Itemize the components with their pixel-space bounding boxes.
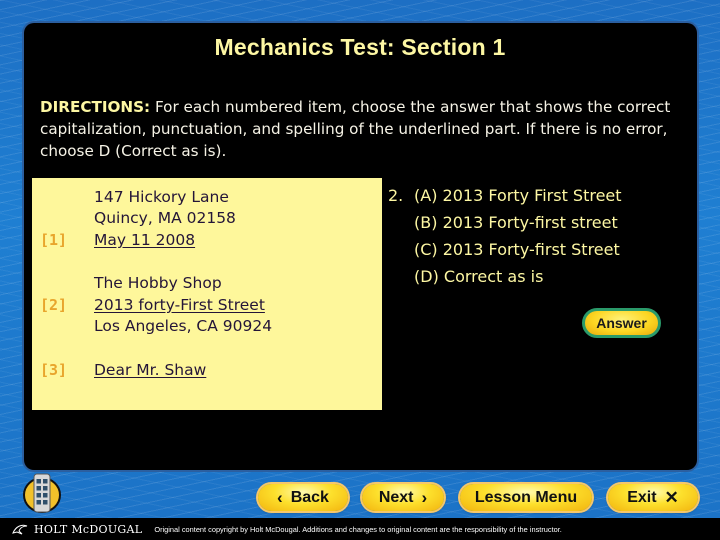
page-title: Mechanics Test: Section 1 bbox=[214, 34, 506, 60]
item-number: [2] bbox=[40, 296, 68, 314]
option-text: 2013 Forty First Street bbox=[442, 186, 622, 205]
letter-line: 147 Hickory Lane bbox=[94, 188, 229, 206]
publisher-logo: HOLT McDOUGAL bbox=[12, 523, 142, 536]
option-text: 2013 Forty-first Street bbox=[442, 240, 620, 259]
option-letter: (D) bbox=[414, 267, 439, 286]
close-icon: ✕ bbox=[664, 488, 679, 507]
option-text: 2013 Forty-first street bbox=[442, 213, 618, 232]
option-d[interactable]: (D) Correct as is bbox=[388, 263, 622, 290]
remote-control-button[interactable] bbox=[22, 472, 62, 514]
underlined-part: 2013 forty-First Street bbox=[94, 296, 265, 314]
option-text: Correct as is bbox=[443, 267, 544, 286]
option-c[interactable]: (C) 2013 Forty-first Street bbox=[388, 236, 622, 263]
dolphin-logo-icon bbox=[12, 524, 28, 535]
option-letter: (B) bbox=[414, 213, 438, 232]
item-number: [1] bbox=[40, 231, 68, 249]
back-label: Back bbox=[290, 488, 329, 506]
underlined-part: May 11 2008 bbox=[94, 231, 196, 249]
exit-label: Exit bbox=[627, 488, 657, 506]
option-a[interactable]: 2. (A) 2013 Forty First Street bbox=[388, 182, 622, 209]
lesson-menu-label: Lesson Menu bbox=[474, 488, 578, 506]
exit-button[interactable]: Exit ✕ bbox=[608, 484, 698, 511]
option-letter: (A) bbox=[414, 186, 438, 205]
footer: HOLT McDOUGAL Original content copyright… bbox=[0, 518, 720, 540]
next-button[interactable]: Next › bbox=[362, 484, 444, 511]
directions: DIRECTIONS: For each numbered item, choo… bbox=[40, 96, 680, 162]
question-number: 2. bbox=[388, 186, 404, 205]
copyright-notice: Original content copyright by Holt McDou… bbox=[154, 524, 562, 534]
item-number: [3] bbox=[40, 361, 68, 379]
letter-excerpt: [1] 147 Hickory Lane Quincy, MA 02158 Ma… bbox=[32, 178, 382, 410]
option-b[interactable]: (B) 2013 Forty-first street bbox=[388, 209, 622, 236]
letter-line: The Hobby Shop bbox=[94, 274, 222, 292]
lesson-menu-button[interactable]: Lesson Menu bbox=[460, 484, 592, 511]
option-letter: (C) bbox=[414, 240, 438, 259]
brand-name: HOLT McDOUGAL bbox=[34, 522, 143, 536]
letter-line: Quincy, MA 02158 bbox=[94, 209, 236, 227]
remote-control-icon bbox=[23, 473, 61, 513]
answer-button[interactable]: Answer bbox=[582, 308, 661, 338]
letter-line: Los Angeles, CA 90924 bbox=[94, 317, 273, 335]
directions-lead: DIRECTIONS: bbox=[40, 98, 151, 116]
chevron-right-icon: › bbox=[421, 488, 428, 507]
underlined-part: Dear Mr. Shaw bbox=[94, 361, 207, 379]
question: 2. (A) 2013 Forty First Street (B) 2013 F… bbox=[388, 182, 622, 290]
chevron-left-icon: ‹ bbox=[277, 488, 283, 507]
next-label: Next bbox=[378, 488, 414, 506]
back-button[interactable]: ‹ Back bbox=[258, 484, 348, 511]
